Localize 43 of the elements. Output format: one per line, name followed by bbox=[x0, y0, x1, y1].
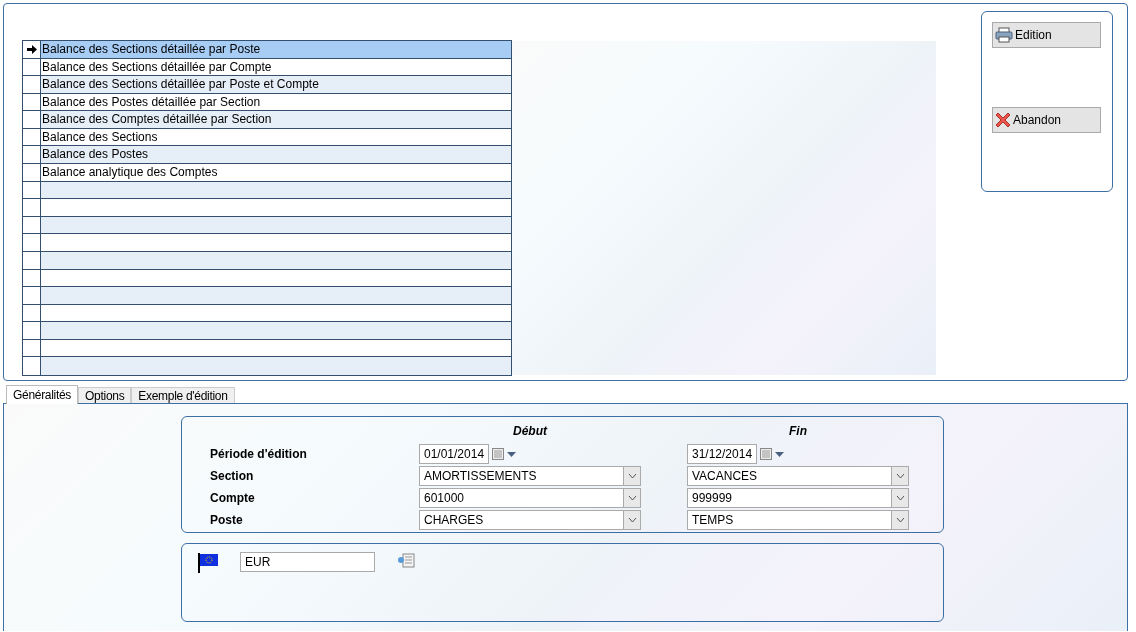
dropdown-field[interactable]: 601000 bbox=[419, 488, 641, 508]
caret-icon[interactable] bbox=[507, 451, 517, 457]
caret-icon[interactable] bbox=[775, 451, 785, 457]
field-label: Période d'édition bbox=[210, 447, 308, 461]
currency-field[interactable]: EUR bbox=[240, 552, 375, 572]
report-list-item[interactable]: Balance analytique des Comptes bbox=[41, 164, 511, 181]
tab[interactable]: Généralités bbox=[6, 385, 79, 404]
dropdown-field[interactable]: AMORTISSEMENTS bbox=[419, 466, 641, 486]
tab[interactable]: Exemple d'édition bbox=[131, 387, 235, 403]
report-list-item[interactable]: Balance des Sections détaillée par Poste et Compte bbox=[41, 76, 511, 93]
field-label: Poste bbox=[210, 513, 244, 527]
chevron-down-icon bbox=[895, 495, 905, 501]
flag-icon bbox=[198, 552, 220, 574]
chevron-down-icon bbox=[627, 495, 637, 501]
calendar-icon[interactable] bbox=[760, 448, 773, 460]
list-icon[interactable] bbox=[397, 552, 415, 568]
dropdown-field[interactable]: TEMPS bbox=[687, 510, 909, 530]
calendar-icon[interactable] bbox=[492, 448, 505, 460]
tab[interactable]: Options bbox=[78, 387, 132, 403]
report-list-item[interactable]: Balance des Sections détaillée par Poste bbox=[41, 41, 511, 58]
chevron-down-icon bbox=[627, 473, 637, 479]
start-header: Début bbox=[512, 424, 549, 440]
report-list-item[interactable]: Balance des Sections détaillée par Compte bbox=[41, 58, 511, 76]
date-field[interactable]: 01/01/2014 bbox=[419, 444, 490, 464]
end-header: Fin bbox=[788, 424, 808, 440]
chevron-down-icon bbox=[627, 517, 637, 523]
dropdown-field[interactable]: 999999 bbox=[687, 488, 909, 508]
abandon-button[interactable]: Abandon bbox=[992, 107, 1101, 133]
cross-icon bbox=[995, 112, 1011, 128]
chevron-down-icon bbox=[895, 473, 905, 479]
field-label: Section bbox=[210, 469, 255, 483]
dropdown-field[interactable]: VACANCES bbox=[687, 466, 909, 486]
printer-icon bbox=[995, 27, 1013, 43]
row-pointer-icon bbox=[26, 44, 37, 54]
field-label: Compte bbox=[210, 491, 256, 505]
chevron-down-icon bbox=[895, 517, 905, 523]
report-list-item[interactable]: Balance des Postes bbox=[41, 146, 511, 164]
edition-button[interactable]: Edition bbox=[992, 22, 1101, 48]
report-list-item[interactable]: Balance des Postes détaillée par Section bbox=[41, 93, 511, 111]
dropdown-field[interactable]: CHARGES bbox=[419, 510, 641, 530]
date-field[interactable]: 31/12/2014 bbox=[687, 444, 758, 464]
report-list-item[interactable]: Balance des Sections bbox=[41, 128, 511, 146]
report-list-item[interactable]: Balance des Comptes détaillée par Section bbox=[41, 111, 511, 128]
